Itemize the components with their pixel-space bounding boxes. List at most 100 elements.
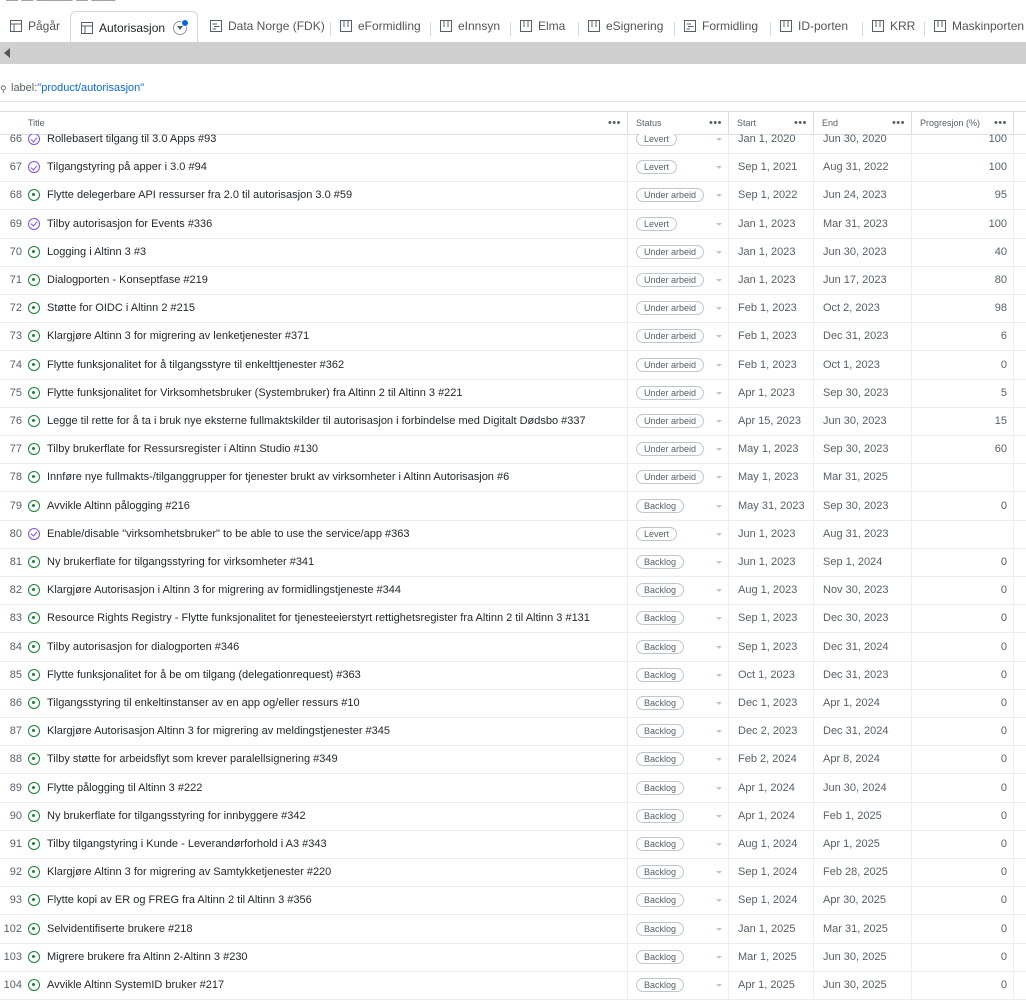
title-cell[interactable]: Tilgangstyring på apper i 3.0 #94	[24, 153, 628, 182]
issue-title-link[interactable]: Flytte funksjonalitet for å be om tilgan…	[47, 669, 361, 681]
progress-value[interactable]: 95	[912, 181, 1014, 210]
status-cell[interactable]: Under arbeid	[628, 266, 729, 294]
issue-title-link[interactable]: Selvidentifiserte brukere #218	[47, 923, 193, 935]
chevron-down-icon[interactable]	[716, 448, 722, 454]
chevron-down-icon[interactable]	[716, 843, 722, 849]
issue-title-link[interactable]: Flytte delegerbare API ressurser fra 2.0…	[47, 189, 352, 201]
start-date[interactable]: Mar 1, 2025	[729, 942, 814, 971]
next-column-cell[interactable]	[1014, 858, 1026, 886]
progress-value[interactable]: 0	[912, 604, 1014, 633]
start-date[interactable]: Feb 2, 2024	[729, 745, 814, 774]
issue-title-link[interactable]: Støtte for OIDC i Altinn 2 #215	[47, 302, 195, 314]
table-row[interactable]: 73 Klargjøre Altinn 3 for migrering av le…	[0, 322, 1026, 352]
chevron-down-icon[interactable]	[716, 589, 722, 595]
tab-maskinporten[interactable]: Maskinporten	[934, 11, 1024, 41]
end-date[interactable]: Apr 1, 2025	[814, 830, 912, 858]
title-cell[interactable]: Ny brukerflate for tilgangsstyring for i…	[24, 801, 628, 830]
issue-title-link[interactable]: Avvikle Altinn pålogging #216	[47, 500, 190, 512]
chevron-down-icon[interactable]	[716, 138, 722, 144]
column-header-progress[interactable]: Progresjon (%) •••	[912, 112, 1014, 134]
column-menu-icon[interactable]: •••	[608, 112, 621, 134]
status-cell[interactable]: Backlog	[628, 632, 729, 661]
column-header-status[interactable]: Status •••	[628, 112, 729, 134]
end-date[interactable]: Mar 31, 2025	[814, 914, 912, 943]
table-row[interactable]: 71 Dialogporten - Konseptfase #219 Under a…	[0, 266, 1026, 295]
table-row[interactable]: 75 Flytte funksjonalitet for Virksomhetsb…	[0, 378, 1026, 408]
start-date[interactable]: Jan 1, 2025	[729, 914, 814, 943]
start-date[interactable]: Sep 1, 2023	[729, 604, 814, 633]
start-date[interactable]: May 1, 2023	[729, 463, 814, 492]
start-date[interactable]: May 31, 2023	[729, 491, 814, 520]
tab-elma[interactable]: Elma	[520, 11, 565, 41]
start-date[interactable]: Jun 1, 2023	[729, 548, 814, 576]
table-row[interactable]: 84 Tilby autorisasjon for dialogporten #3…	[0, 632, 1026, 662]
progress-value[interactable]: 0	[912, 942, 1014, 971]
issue-title-link[interactable]: Dialogporten - Konseptfase #219	[47, 274, 208, 286]
chevron-down-icon[interactable]	[716, 420, 722, 426]
issue-title-link[interactable]: Rollebasert tilgang til 3.0 Apps #93	[47, 134, 216, 145]
status-cell[interactable]: Under arbeid	[628, 378, 729, 407]
title-cell[interactable]: Resource Rights Registry - Flytte funksj…	[24, 604, 628, 633]
status-cell[interactable]: Backlog	[628, 773, 729, 802]
end-date[interactable]: Jun 24, 2023	[814, 181, 912, 210]
start-date[interactable]: Jan 1, 2023	[729, 237, 814, 266]
status-cell[interactable]: Backlog	[628, 914, 729, 943]
next-column-cell[interactable]	[1014, 238, 1026, 266]
title-cell[interactable]: Migrere brukere fra Altinn 2-Altinn 3 #2…	[24, 942, 628, 971]
issue-title-link[interactable]: Ny brukerflate for tilgangsstyring for v…	[47, 556, 314, 568]
issue-title-link[interactable]: Resource Rights Registry - Flytte funksj…	[47, 612, 590, 624]
chevron-down-icon[interactable]	[716, 927, 722, 934]
progress-value[interactable]: 0	[912, 886, 1014, 915]
chevron-down-icon[interactable]	[716, 279, 722, 285]
start-date[interactable]: Sep 1, 2021	[729, 153, 814, 182]
status-cell[interactable]: Under arbeid	[628, 322, 729, 351]
chevron-down-icon[interactable]	[716, 166, 722, 172]
issue-title-link[interactable]: Tilby støtte for arbeidsflyt som krever …	[47, 753, 338, 765]
status-cell[interactable]: Under arbeid	[628, 294, 729, 323]
start-date[interactable]: Apr 15, 2023	[729, 407, 814, 435]
next-column-cell[interactable]	[1014, 830, 1026, 858]
title-cell[interactable]: Enable/disable "virksomhetsbruker" to be…	[24, 519, 628, 548]
start-date[interactable]: May 1, 2023	[729, 435, 814, 464]
end-date[interactable]: Oct 2, 2023	[814, 294, 912, 323]
end-date[interactable]: Jun 17, 2023	[814, 266, 912, 294]
tab-options-icon[interactable]	[173, 18, 190, 35]
end-date[interactable]: Jun 30, 2023	[814, 237, 912, 266]
end-date[interactable]: Dec 30, 2023	[814, 604, 912, 633]
issue-title-link[interactable]: Logging i Altinn 3 #3	[47, 246, 146, 258]
table-row[interactable]: 102 Selvidentifiserte brukere #218 Backlog…	[0, 914, 1026, 944]
chevron-down-icon[interactable]	[716, 702, 722, 708]
start-date[interactable]: Dec 2, 2023	[729, 717, 814, 746]
table-row[interactable]: 66 Rollebasert tilgang til 3.0 Apps #93 Le…	[0, 134, 1026, 154]
title-cell[interactable]: Flytte funksjonalitet for Virksomhetsbru…	[24, 378, 628, 407]
next-column-cell[interactable]	[1014, 294, 1026, 322]
issue-title-link[interactable]: Tilby autorisasjon for dialogporten #346	[47, 641, 239, 653]
progress-value[interactable]: 0	[912, 660, 1014, 689]
start-date[interactable]: Sep 1, 2024	[729, 886, 814, 915]
issue-title-link[interactable]: Klargjøre Altinn 3 for migrering av lenk…	[47, 330, 309, 342]
chevron-down-icon[interactable]	[716, 363, 722, 370]
chevron-down-icon[interactable]	[716, 871, 722, 877]
next-column-cell[interactable]	[1014, 181, 1026, 209]
table-row[interactable]: 87 Klargjøre Autorisasjon Altinn 3 for mi…	[0, 717, 1026, 747]
issue-title-link[interactable]: Tilby autorisasjon for Events #336	[47, 218, 212, 230]
end-date[interactable]: Apr 8, 2024	[814, 745, 912, 774]
title-cell[interactable]: Klargjøre Autorisasjon i Altinn 3 for mi…	[24, 576, 628, 605]
chevron-down-icon[interactable]	[716, 955, 722, 962]
table-row[interactable]: 79 Avvikle Altinn pålogging #216 Backlog Ma…	[0, 491, 1026, 521]
next-column-cell[interactable]	[1014, 633, 1026, 661]
issue-title-link[interactable]: Tilby brukerflate for Ressursregister i …	[47, 443, 318, 455]
chevron-down-icon[interactable]	[716, 561, 722, 567]
end-date[interactable]: Apr 1, 2024	[814, 689, 912, 717]
issue-title-link[interactable]: Flytte pålogging til Altinn 3 #222	[47, 782, 202, 794]
issue-title-link[interactable]: Avvikle Altinn SystemID bruker #217	[47, 979, 224, 991]
end-date[interactable]: Dec 31, 2023	[814, 322, 912, 351]
progress-value[interactable]	[912, 519, 1014, 548]
tab-data-norge-fdk[interactable]: Data Norge (FDK)	[210, 11, 325, 41]
end-date[interactable]: Feb 28, 2025	[814, 858, 912, 887]
table-row[interactable]: 78 Innføre nye fullmakts-/tilganggrupper …	[0, 463, 1026, 493]
chevron-down-icon[interactable]	[716, 476, 722, 482]
progress-value[interactable]: 0	[912, 717, 1014, 746]
end-date[interactable]: Jun 30, 2024	[814, 773, 912, 802]
next-column-cell[interactable]	[1014, 802, 1026, 830]
